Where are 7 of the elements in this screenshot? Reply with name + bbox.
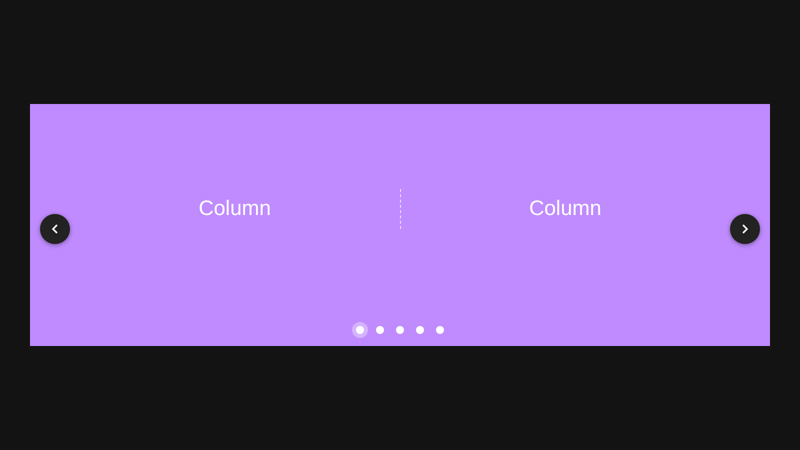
slide-text: Column [529,197,602,221]
carousel-dot[interactable] [352,322,368,338]
slide-text: Column [198,197,271,221]
previous-button[interactable] [40,214,70,244]
next-button[interactable] [730,214,760,244]
chevron-left-icon [51,224,59,234]
chevron-right-icon [741,224,749,234]
